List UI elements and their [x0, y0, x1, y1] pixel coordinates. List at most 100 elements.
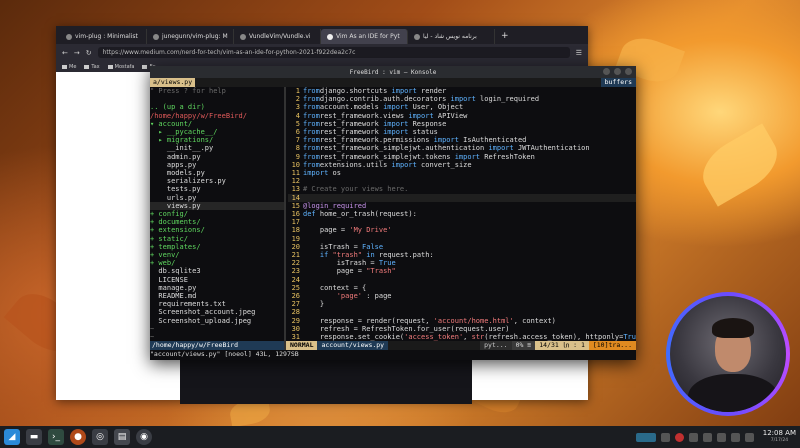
code-line[interactable]: 31 response.set_cookie('access_token', s…	[288, 333, 636, 341]
code-line[interactable]: 27 }	[288, 300, 636, 308]
browser-tab[interactable]: VundleVim/Vundle.vi	[234, 29, 321, 44]
network-icon[interactable]	[716, 432, 726, 442]
code-line[interactable]: 4 fromrest_framework.views import APIView	[288, 112, 636, 120]
tree-entry[interactable]: db.sqlite3	[150, 267, 284, 275]
browser-tab[interactable]: vim-plug : Minimalist	[60, 29, 147, 44]
code-line[interactable]: 15 @login_required	[288, 202, 636, 210]
tree-entry[interactable]: urls.py	[150, 194, 284, 202]
app-launcher-icon[interactable]: ◢	[4, 429, 20, 445]
code-line[interactable]: 2 fromdjango.contrib.auth.decorators impo…	[288, 95, 636, 103]
tree-entry[interactable]: + documents/	[150, 218, 284, 226]
code-line[interactable]: 18 page = 'My Drive'	[288, 226, 636, 234]
browser-tab[interactable]: junegunn/vim-plug: M	[147, 29, 234, 44]
code-line[interactable]: 3 fromaccount.models import User, Object	[288, 103, 636, 111]
code-line[interactable]: 12	[288, 177, 636, 185]
code-line[interactable]: 29 response = render(request, 'account/h…	[288, 317, 636, 325]
tree-entry[interactable]: serializers.py	[150, 177, 284, 185]
bookmark-folder[interactable]: Mostafa	[107, 64, 134, 70]
tray-app-icon[interactable]	[688, 432, 698, 442]
code-editor-pane[interactable]: 1 fromdjango.shortcuts import render 2 from…	[288, 87, 636, 341]
tree-entry[interactable]	[150, 95, 284, 103]
code-line[interactable]: 13 # Create your views here.	[288, 185, 636, 193]
tree-entry[interactable]: Screenshot_upload.jpeg	[150, 317, 284, 325]
tree-entry[interactable]: " Press ? for help	[150, 87, 284, 95]
code-line[interactable]: 22 isTrash = True	[288, 259, 636, 267]
clock[interactable]: 12:08 AM 7/17/24	[763, 429, 796, 445]
tree-entry[interactable]: .. (up a dir)	[150, 103, 284, 111]
code-line[interactable]: 16 def home_or_trash(request):	[288, 210, 636, 218]
chrome-icon[interactable]: ◎	[92, 429, 108, 445]
tree-entry[interactable]: + venv/	[150, 251, 284, 259]
code-line[interactable]: 10 fromextensions.utils import convert_si…	[288, 161, 636, 169]
tree-entry[interactable]: views.py	[150, 201, 284, 211]
code-token: refresh = RefreshToken.for_user(request.…	[303, 324, 510, 333]
tree-entry[interactable]: ▾ account/	[150, 120, 284, 128]
code-line[interactable]: 24	[288, 276, 636, 284]
bookmark-folder[interactable]: Tax	[84, 64, 100, 70]
firefox-icon[interactable]: ●	[70, 429, 86, 445]
clipboard-icon[interactable]	[702, 432, 712, 442]
forward-icon[interactable]: →	[74, 49, 80, 57]
code-line[interactable]: 26 'page' : page	[288, 292, 636, 300]
chevron-up-icon[interactable]	[744, 432, 754, 442]
tree-entry[interactable]: manage.py	[150, 284, 284, 292]
volume-icon[interactable]	[730, 432, 740, 442]
files-icon[interactable]: ▤	[114, 429, 130, 445]
tree-entry[interactable]: ~	[150, 333, 284, 341]
tree-entry[interactable]: + static/	[150, 235, 284, 243]
reload-icon[interactable]: ↻	[86, 49, 92, 57]
tree-entry[interactable]: requirements.txt	[150, 300, 284, 308]
browser-tab[interactable]: برنامه نویس شاد - لیا	[408, 29, 495, 44]
code-line[interactable]: 1 fromdjango.shortcuts import render	[288, 87, 636, 95]
tree-entry[interactable]: README.md	[150, 292, 284, 300]
code-line[interactable]: 7 fromrest_framework.permissions import I…	[288, 136, 636, 144]
tree-entry[interactable]: + extensions/	[150, 226, 284, 234]
record-icon[interactable]	[674, 432, 684, 442]
tree-entry[interactable]: __init__.py	[150, 144, 284, 152]
tree-entry[interactable]: ~	[150, 325, 284, 333]
code-line[interactable]: 9 fromrest_framework_simplejwt.tokens imp…	[288, 153, 636, 161]
tree-entry[interactable]: + web/	[150, 259, 284, 267]
code-line[interactable]: 30 refresh = RefreshToken.for_user(reque…	[288, 325, 636, 333]
address-bar[interactable]: https://www.medium.com/nerd-for-tech/vim…	[97, 47, 570, 58]
code-line[interactable]: 17	[288, 218, 636, 226]
code-line[interactable]: 21 if "trash" in request.path:	[288, 251, 636, 259]
tree-entry[interactable]: admin.py	[150, 153, 284, 161]
tray-app-icon[interactable]	[635, 432, 656, 442]
nerdtree-pane[interactable]: " Press ? for help .. (up a dir)/home/ha…	[150, 87, 284, 341]
minimize-icon[interactable]	[603, 68, 610, 75]
obs-icon[interactable]: ◉	[136, 429, 152, 445]
code-line[interactable]: 14	[288, 193, 636, 202]
bookmark-folder[interactable]: Me	[62, 64, 76, 70]
tree-entry[interactable]: /home/happy/w/FreeBird/	[150, 112, 284, 120]
extensions-icon[interactable]: ☰	[576, 49, 582, 57]
terminal-icon[interactable]: ›_	[48, 429, 64, 445]
code-line[interactable]: 28	[288, 308, 636, 316]
code-line[interactable]: 5 fromrest_framework import Response	[288, 120, 636, 128]
maximize-icon[interactable]	[614, 68, 621, 75]
show-desktop-icon[interactable]: ▬	[26, 429, 42, 445]
close-icon[interactable]	[625, 68, 632, 75]
new-tab-icon[interactable]: +	[501, 29, 509, 44]
code-line[interactable]: 20 isTrash = False	[288, 243, 636, 251]
line-number: 1	[295, 87, 300, 95]
back-icon[interactable]: ←	[62, 49, 68, 57]
tree-entry[interactable]: apps.py	[150, 161, 284, 169]
tree-entry[interactable]: + templates/	[150, 243, 284, 251]
tree-entry[interactable]: Screenshot_account.jpeg	[150, 308, 284, 316]
tree-entry[interactable]: ▸ __pycache__/	[150, 128, 284, 136]
tray-app-icon[interactable]	[660, 432, 670, 442]
tree-entry[interactable]: models.py	[150, 169, 284, 177]
code-line[interactable]: 19	[288, 235, 636, 243]
tree-entry[interactable]: tests.py	[150, 185, 284, 193]
tree-entry[interactable]: + config/	[150, 210, 284, 218]
tree-entry[interactable]: LICENSE	[150, 276, 284, 284]
code-line[interactable]: 6 fromrest_framework import status	[288, 128, 636, 136]
code-line[interactable]: 11 import os	[288, 169, 636, 177]
code-line[interactable]: 8 fromrest_framework_simplejwt.authentica…	[288, 144, 636, 152]
code-line[interactable]: 23 page = "Trash"	[288, 267, 636, 275]
vim-buffer-tab[interactable]: a/views.py	[150, 78, 196, 87]
tree-entry[interactable]: ▸ migrations/	[150, 136, 284, 144]
browser-tab-active[interactable]: Vim As an IDE for Pyt	[321, 29, 408, 44]
code-line[interactable]: 25 context = {	[288, 284, 636, 292]
